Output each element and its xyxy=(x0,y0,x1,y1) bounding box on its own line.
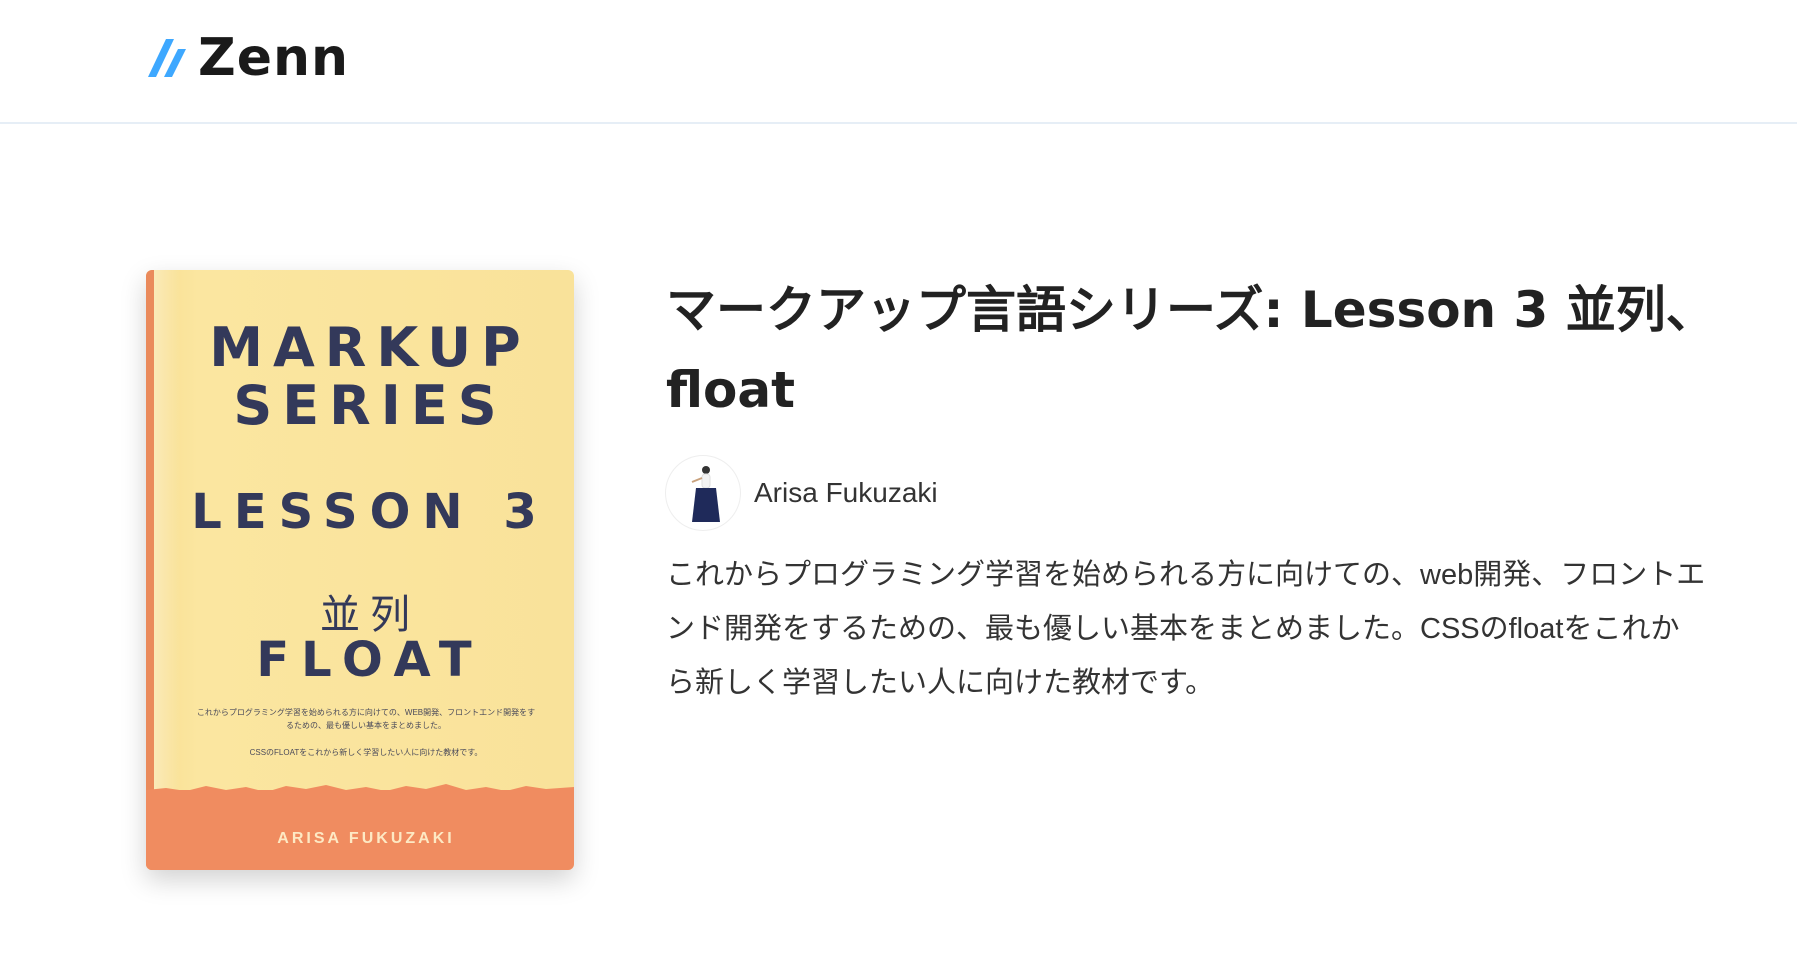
avatar[interactable] xyxy=(666,456,740,530)
zenn-logo-icon xyxy=(148,39,186,77)
cover-description-2: CSSのFLOATをこれから新しく学習したい人に向けた教材です。 xyxy=(249,748,483,757)
avatar-illustration xyxy=(691,466,720,522)
book-info: マークアップ言語シリーズ: Lesson 3 並列、float Arisa Fu… xyxy=(666,270,1716,710)
cover-description-1: これからプログラミング学習を始められる方に向けての、WEB開発、フロントエンド開… xyxy=(196,708,536,730)
author-row[interactable]: Arisa Fukuzaki xyxy=(666,456,1716,530)
cover-title-line1: MARKUP xyxy=(209,316,531,379)
cover-lesson: LESSON 3 xyxy=(191,484,549,540)
book-cover-image[interactable]: MARKUP SERIES LESSON 3 並列 FLOAT これからプログラ… xyxy=(146,270,574,870)
logo-text: Zenn xyxy=(198,28,350,88)
cover-subtitle: FLOAT xyxy=(256,632,484,688)
cover-title-line2: SERIES xyxy=(233,374,507,437)
cover-author: ARISA FUKUZAKI xyxy=(277,830,455,847)
site-header: Zenn xyxy=(0,0,1797,124)
author-name[interactable]: Arisa Fukuzaki xyxy=(754,477,938,509)
book-title: マークアップ言語シリーズ: Lesson 3 並列、float xyxy=(666,281,1716,419)
zenn-logo-link[interactable]: Zenn xyxy=(146,32,349,84)
book-description: これからプログラミング学習を始められる方に向けての、web開発、フロントエンド開… xyxy=(666,559,1706,699)
